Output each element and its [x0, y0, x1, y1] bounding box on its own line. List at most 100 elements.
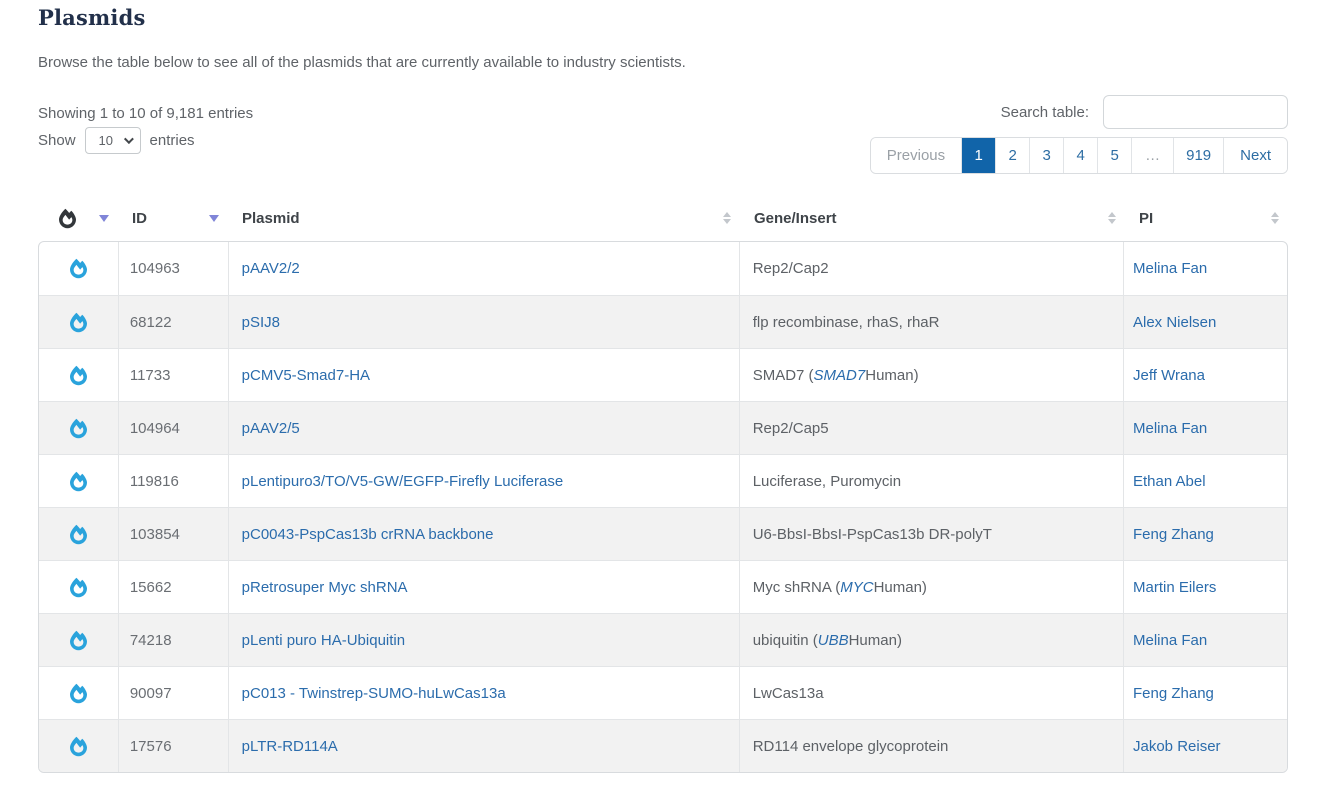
gene-text: Rep2/Cap5: [753, 420, 829, 437]
gene-text: Human): [865, 367, 918, 384]
cell-id: 68122: [119, 296, 229, 348]
gene-text: Myc shRNA (: [753, 579, 841, 596]
gene-symbol-link[interactable]: UBB: [818, 632, 849, 649]
pi-link[interactable]: Melina Fan: [1133, 420, 1207, 437]
cell-popularity: [39, 242, 119, 295]
column-header-popularity[interactable]: [38, 195, 118, 241]
pagination-previous: Previous: [871, 138, 962, 173]
pi-link[interactable]: Feng Zhang: [1133, 685, 1214, 702]
cell-id: 17576: [119, 720, 229, 772]
cell-pi: Feng Zhang: [1124, 508, 1287, 560]
page-size-select[interactable]: 10: [85, 127, 141, 154]
intro-text: Browse the table below to see all of the…: [38, 54, 686, 71]
gene-text: RD114 envelope glycoprotein: [753, 738, 949, 755]
cell-popularity: [39, 561, 119, 613]
pi-link[interactable]: Ethan Abel: [1133, 473, 1206, 490]
cell-gene-insert: U6-BbsI-BbsI-PspCas13b DR-polyT: [740, 508, 1124, 560]
cell-id: 104963: [119, 242, 229, 295]
column-header-plasmid[interactable]: Plasmid: [228, 195, 740, 241]
pi-link[interactable]: Jeff Wrana: [1133, 367, 1205, 384]
pagination-4[interactable]: 4: [1064, 138, 1098, 173]
gene-symbol-link[interactable]: SMAD7: [814, 367, 866, 384]
cell-pi: Jeff Wrana: [1124, 349, 1287, 401]
pagination-5[interactable]: 5: [1098, 138, 1132, 173]
plasmid-link[interactable]: pRetrosuper Myc shRNA: [242, 579, 408, 596]
cell-plasmid: pAAV2/2: [229, 242, 740, 295]
show-label: Show: [38, 132, 76, 149]
sort-icon: [1271, 212, 1279, 224]
cell-gene-insert: SMAD7 (SMAD7 Human): [740, 349, 1124, 401]
showing-entries-text: Showing 1 to 10 of 9,181 entries: [38, 105, 253, 122]
plasmid-link[interactable]: pLTR-RD114A: [242, 738, 338, 755]
cell-gene-insert: Rep2/Cap2: [740, 242, 1124, 295]
cell-plasmid: pLentipuro3/TO/V5-GW/EGFP-Firefly Lucife…: [229, 455, 740, 507]
cell-popularity: [39, 720, 119, 772]
flame-icon: [70, 683, 87, 704]
cell-pi: Alex Nielsen: [1124, 296, 1287, 348]
column-label: Gene/Insert: [740, 210, 837, 227]
flame-icon: [70, 471, 87, 492]
column-header-pi[interactable]: PI: [1125, 195, 1288, 241]
table-row: 15662 pRetrosuper Myc shRNA Myc shRNA (M…: [39, 560, 1287, 613]
pi-link[interactable]: Jakob Reiser: [1133, 738, 1221, 755]
cell-pi: Feng Zhang: [1124, 667, 1287, 719]
cell-plasmid: pLenti puro HA-Ubiquitin: [229, 614, 740, 666]
flame-icon: [38, 208, 76, 229]
pi-link[interactable]: Melina Fan: [1133, 260, 1207, 277]
table-row: 104963 pAAV2/2 Rep2/Cap2 Melina Fan: [39, 242, 1287, 295]
cell-plasmid: pC013 - Twinstrep-SUMO-huLwCas13a: [229, 667, 740, 719]
plasmid-link[interactable]: pAAV2/5: [242, 420, 300, 437]
table-header-row: ID Plasmid Gene/Insert PI: [38, 195, 1288, 241]
pi-link[interactable]: Alex Nielsen: [1133, 314, 1216, 331]
cell-pi: Jakob Reiser: [1124, 720, 1287, 772]
cell-gene-insert: RD114 envelope glycoprotein: [740, 720, 1124, 772]
cell-gene-insert: ubiquitin (UBB Human): [740, 614, 1124, 666]
plasmid-link[interactable]: pLenti puro HA-Ubiquitin: [242, 632, 405, 649]
pi-link[interactable]: Martin Eilers: [1133, 579, 1216, 596]
cell-popularity: [39, 508, 119, 560]
table-row: 68122 pSIJ8 flp recombinase, rhaS, rhaR …: [39, 295, 1287, 348]
column-header-id[interactable]: ID: [118, 195, 228, 241]
search-label: Search table:: [1001, 104, 1089, 121]
gene-symbol-link[interactable]: MYC: [840, 579, 873, 596]
plasmid-link[interactable]: pAAV2/2: [242, 260, 300, 277]
table-row: 104964 pAAV2/5 Rep2/Cap5 Melina Fan: [39, 401, 1287, 454]
page-size-control: Show 10 entries: [38, 127, 195, 154]
table-row: 11733 pCMV5-Smad7-HA SMAD7 (SMAD7 Human)…: [39, 348, 1287, 401]
cell-plasmid: pAAV2/5: [229, 402, 740, 454]
cell-id: 15662: [119, 561, 229, 613]
flame-icon: [70, 577, 87, 598]
plasmid-link[interactable]: pC013 - Twinstrep-SUMO-huLwCas13a: [242, 685, 506, 702]
table-body: 104963 pAAV2/2 Rep2/Cap2 Melina Fan 6812…: [38, 241, 1288, 773]
pi-link[interactable]: Melina Fan: [1133, 632, 1207, 649]
pagination-1[interactable]: 1: [962, 138, 996, 173]
plasmid-link[interactable]: pLentipuro3/TO/V5-GW/EGFP-Firefly Lucife…: [242, 473, 564, 490]
pagination-next[interactable]: Next: [1224, 138, 1287, 173]
cell-plasmid: pC0043-PspCas13b crRNA backbone: [229, 508, 740, 560]
gene-text: flp recombinase, rhaS, rhaR: [753, 314, 940, 331]
search-input[interactable]: [1103, 95, 1288, 129]
cell-popularity: [39, 614, 119, 666]
column-label: Plasmid: [228, 210, 300, 227]
gene-text: Human): [874, 579, 927, 596]
cell-id: 90097: [119, 667, 229, 719]
plasmid-link[interactable]: pC0043-PspCas13b crRNA backbone: [242, 526, 494, 543]
pagination-3[interactable]: 3: [1030, 138, 1064, 173]
gene-text: U6-BbsI-BbsI-PspCas13b DR-polyT: [753, 526, 992, 543]
plasmid-link[interactable]: pSIJ8: [242, 314, 280, 331]
gene-text: Rep2/Cap2: [753, 260, 829, 277]
table-row: 17576 pLTR-RD114A RD114 envelope glycopr…: [39, 719, 1287, 772]
pagination--: …: [1132, 138, 1174, 173]
pagination-919[interactable]: 919: [1174, 138, 1224, 173]
plasmid-link[interactable]: pCMV5-Smad7-HA: [242, 367, 370, 384]
cell-popularity: [39, 402, 119, 454]
cell-popularity: [39, 667, 119, 719]
pagination-2[interactable]: 2: [996, 138, 1030, 173]
pi-link[interactable]: Feng Zhang: [1133, 526, 1214, 543]
table-row: 119816 pLentipuro3/TO/V5-GW/EGFP-Firefly…: [39, 454, 1287, 507]
column-header-gene-insert[interactable]: Gene/Insert: [740, 195, 1125, 241]
gene-text: LwCas13a: [753, 685, 824, 702]
sort-icon: [1108, 212, 1116, 224]
cell-popularity: [39, 455, 119, 507]
column-label: ID: [118, 210, 147, 227]
